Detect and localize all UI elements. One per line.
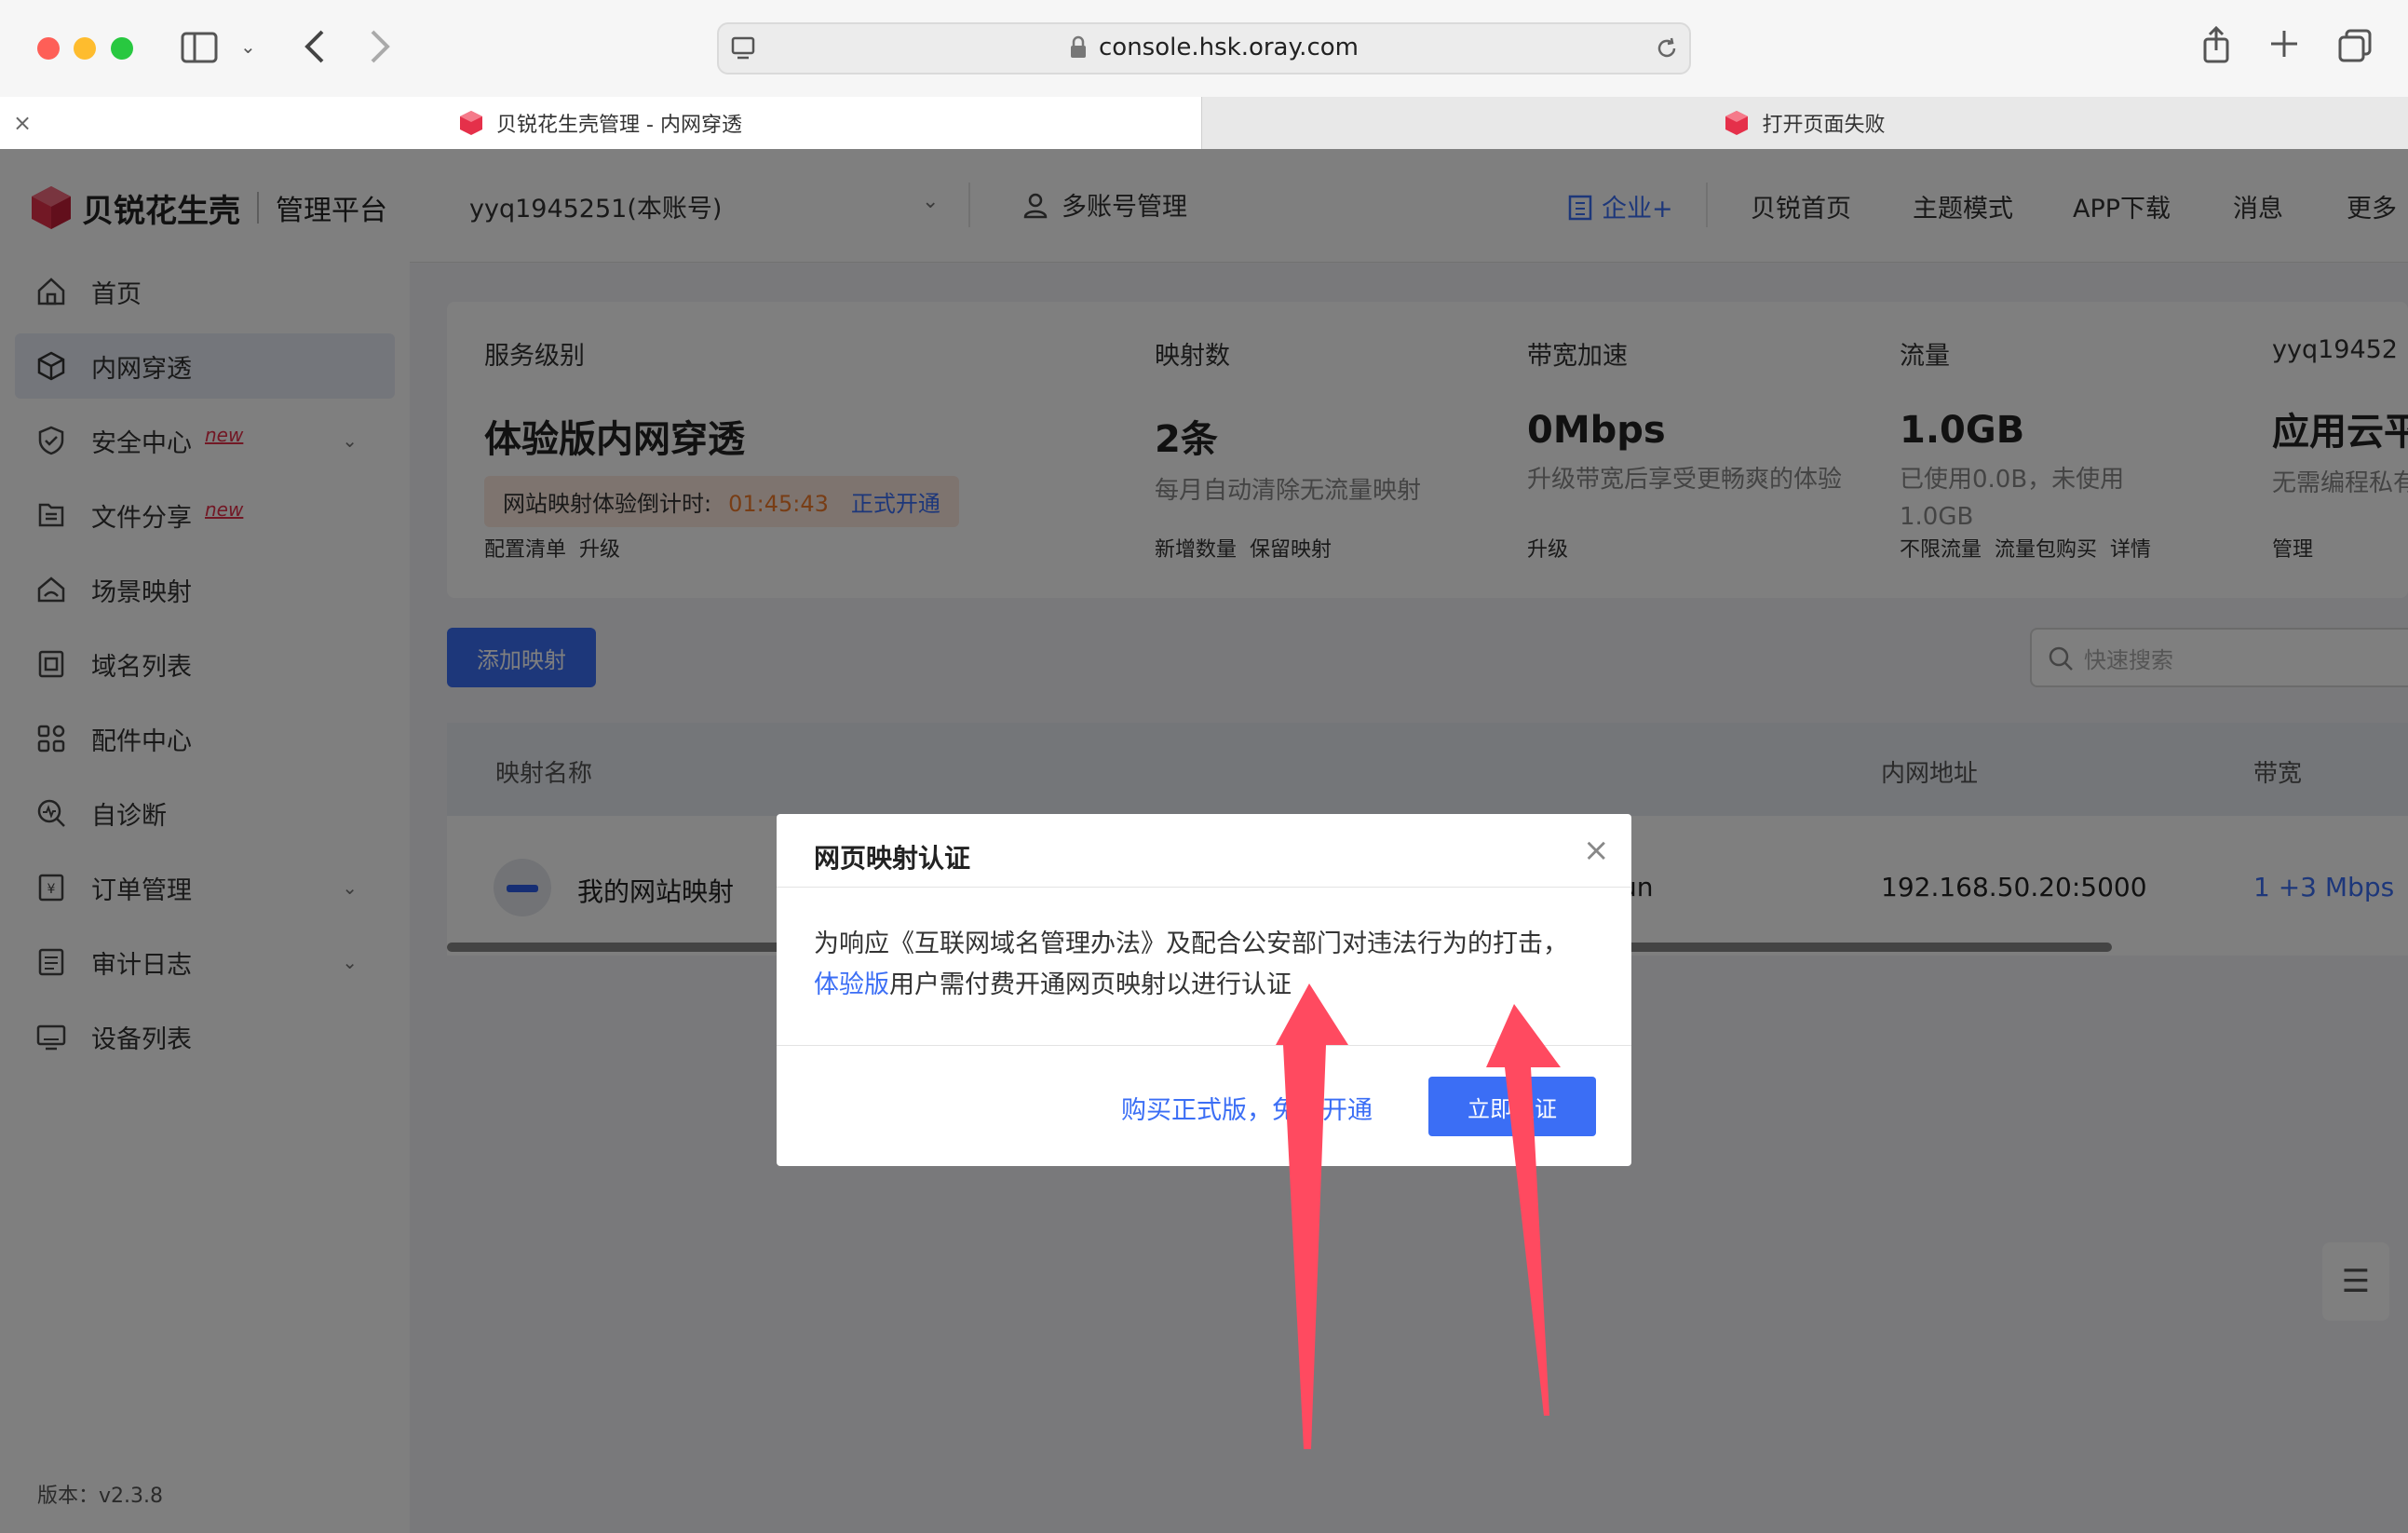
reload-icon[interactable] [1654,35,1680,61]
annotation-arrow-certify [1486,1004,1561,1416]
browser-titlebar: ⌄ console.hsk.oray.com [0,0,2408,97]
tab-active[interactable]: 贝锐花生壳管理 - 内网穿透 [0,97,1201,149]
url-text: console.hsk.oray.com [1099,34,1359,61]
chevron-down-icon[interactable]: ⌄ [240,35,256,58]
tab-close-icon[interactable]: × [13,110,32,136]
tab-label: 贝锐花生壳管理 - 内网穿透 [496,114,742,137]
window-minimize-button[interactable] [74,37,96,60]
window-close-button[interactable] [37,37,60,60]
back-icon[interactable] [304,28,326,65]
sidebar-toggle-icon[interactable] [181,32,218,63]
tab-overview-icon[interactable] [2337,28,2373,63]
tab-bar: 贝锐花生壳管理 - 内网穿透 打开页面失败 × [0,97,2408,149]
oray-favicon-icon [460,111,483,135]
tab-inactive[interactable]: 打开页面失败 [1201,97,2408,149]
new-tab-icon[interactable] [2268,28,2300,60]
app-root: 贝锐花生壳 管理平台 首页 内网穿透 安全中心 new ⌄ 文件分享 new 场… [0,149,2408,1533]
oray-favicon-icon [1725,111,1749,135]
lock-icon [1069,35,1088,60]
tab-label: 打开页面失败 [1762,114,1886,137]
forward-icon[interactable] [369,28,391,65]
window-maximize-button[interactable] [111,37,133,60]
annotation-arrows [1276,984,1561,1449]
annotation-arrow-buy [1276,984,1348,1449]
page-settings-icon[interactable] [730,35,756,61]
share-icon[interactable] [2201,26,2231,65]
